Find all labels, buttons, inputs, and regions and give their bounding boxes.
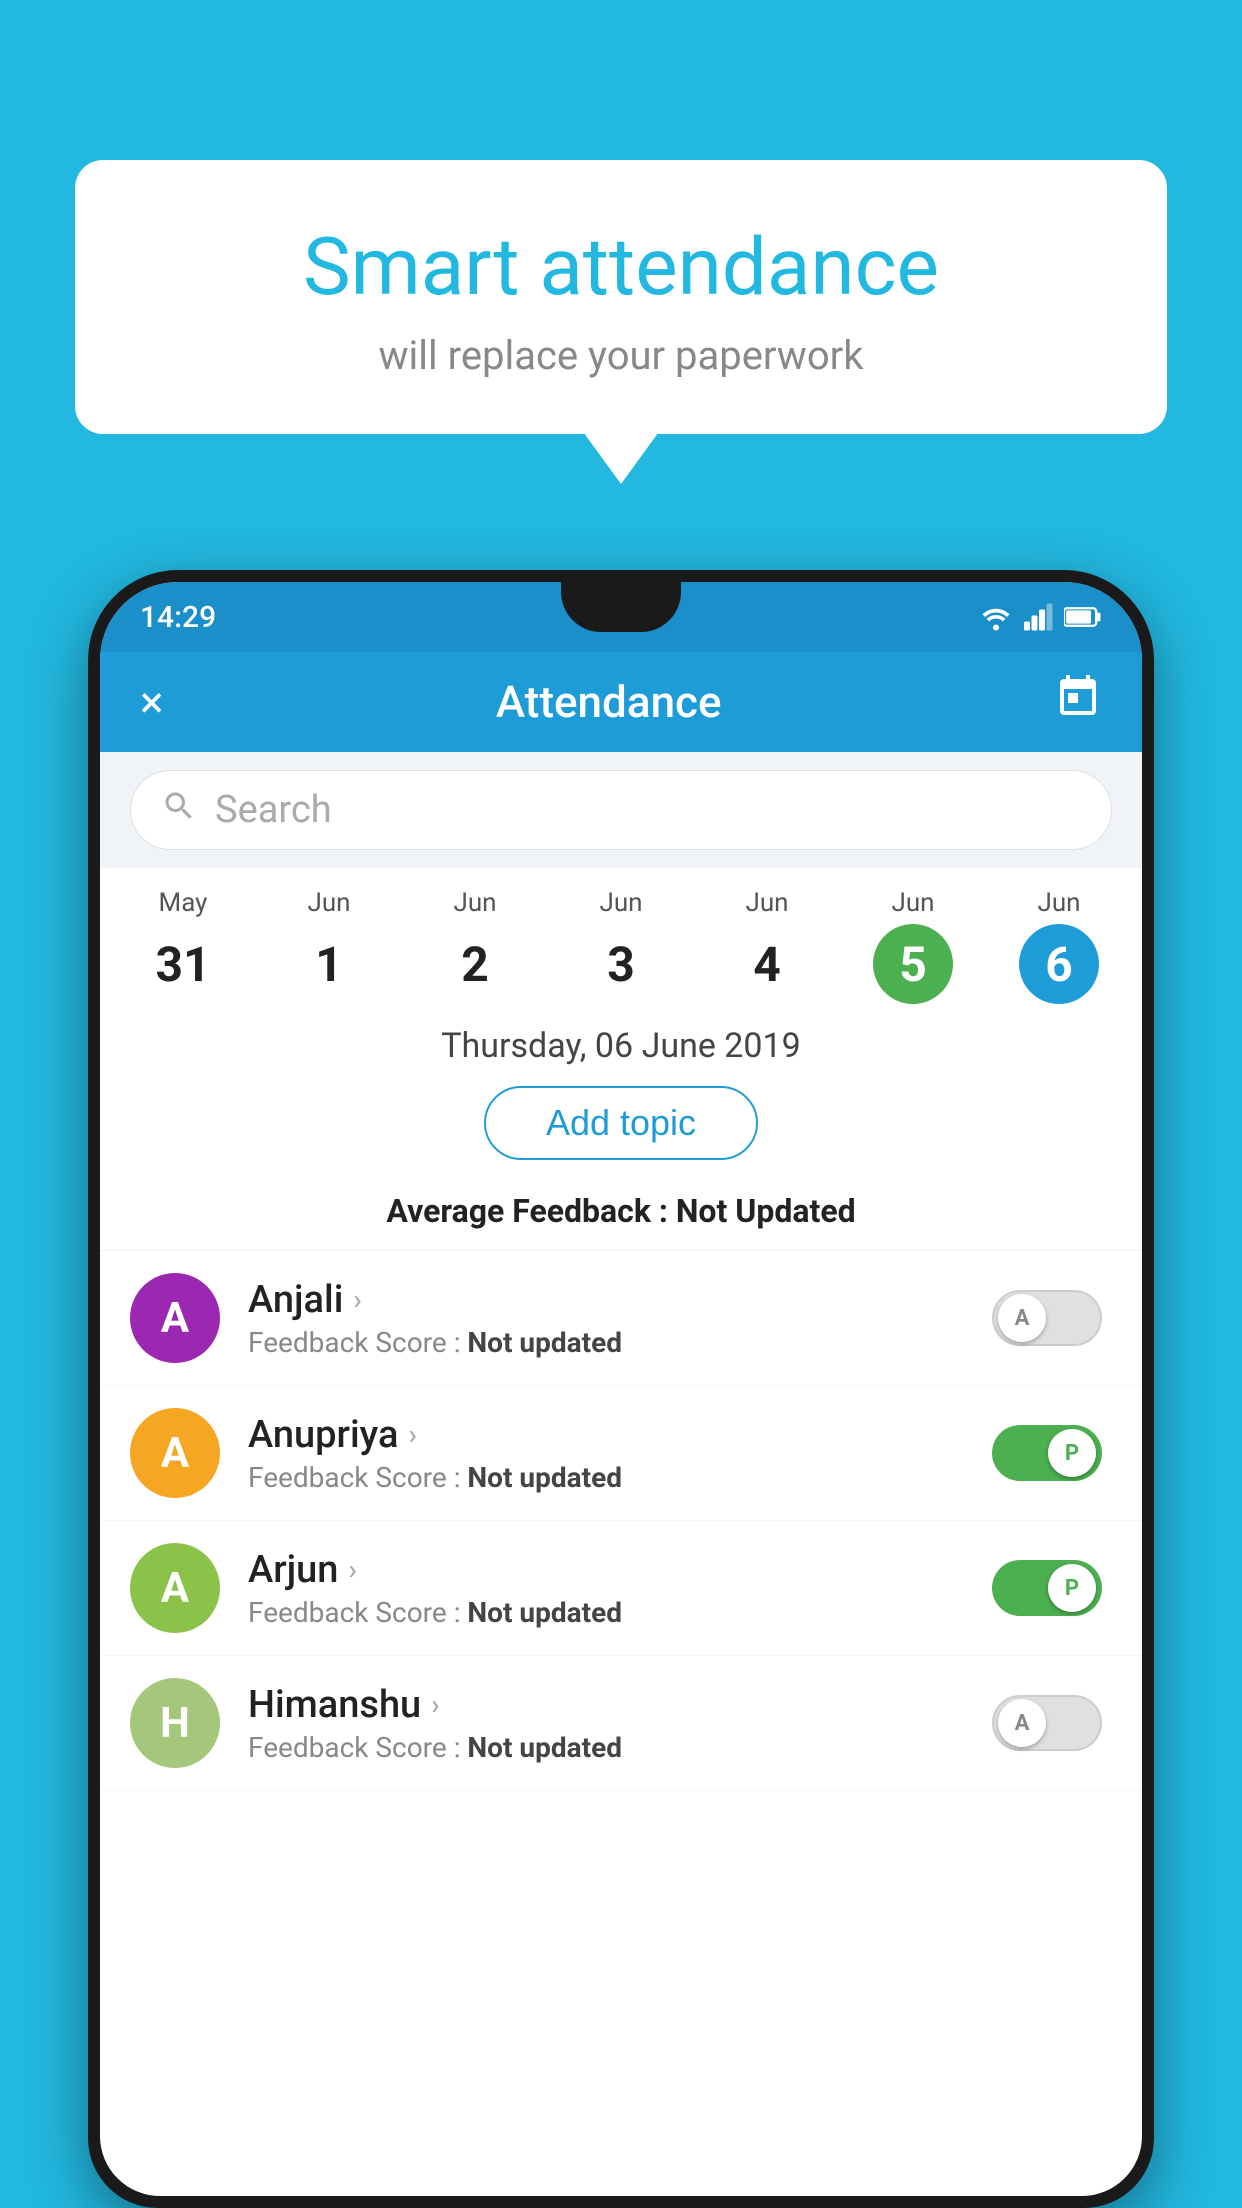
avg-feedback-prefix: Average Feedback : (386, 1192, 675, 1230)
calendar-day[interactable]: Jun 4 (694, 888, 840, 1004)
date-label: Thursday, 06 June 2019 (100, 1004, 1142, 1076)
student-item[interactable]: A Anupriya › Feedback Score : Not update… (100, 1386, 1142, 1521)
add-topic-container: Add topic (100, 1076, 1142, 1182)
toggle-knob: A (998, 1699, 1046, 1747)
chevron-icon: › (348, 1553, 356, 1586)
calendar-row: May 31 Jun 1 Jun 2 Jun 3 Jun 4 Jun 5 Jun… (100, 868, 1142, 1004)
status-bar: 14:29 (100, 582, 1142, 652)
wifi-icon (978, 603, 1014, 631)
toggle-knob: P (1048, 1429, 1096, 1477)
student-avatar: H (130, 1678, 220, 1768)
calendar-day[interactable]: Jun 1 (256, 888, 402, 1004)
student-info: Himanshu › Feedback Score : Not updated (248, 1683, 992, 1764)
student-name: Anupriya › (248, 1413, 992, 1457)
student-list: A Anjali › Feedback Score : Not updated … (100, 1251, 1142, 1791)
student-item[interactable]: A Anjali › Feedback Score : Not updated … (100, 1251, 1142, 1386)
search-icon (161, 788, 197, 833)
cal-date: 6 (1019, 924, 1099, 1004)
battery-icon (1064, 606, 1102, 628)
search-placeholder: Search (215, 788, 332, 832)
cal-date: 5 (873, 924, 953, 1004)
search-bar[interactable]: Search (130, 770, 1112, 850)
calendar-day[interactable]: May 31 (110, 888, 256, 1004)
cal-month: Jun (694, 888, 840, 918)
student-avatar: A (130, 1543, 220, 1633)
calendar-day[interactable]: Jun 6 (986, 888, 1132, 1004)
signal-icon (1024, 603, 1054, 631)
attendance-toggle[interactable]: P (992, 1425, 1102, 1481)
student-avatar: A (130, 1273, 220, 1363)
chevron-icon: › (408, 1418, 416, 1451)
phone-frame: 14:29 (88, 570, 1154, 2208)
calendar-day[interactable]: Jun 3 (548, 888, 694, 1004)
feedback-score: Feedback Score : Not updated (248, 1326, 992, 1359)
phone-inner: 14:29 (100, 582, 1142, 2196)
chevron-icon: › (431, 1688, 439, 1721)
cal-date: 3 (581, 924, 661, 1004)
toggle-knob: A (998, 1294, 1046, 1342)
cal-month: Jun (986, 888, 1132, 918)
calendar-day[interactable]: Jun 5 (840, 888, 986, 1004)
calendar-button[interactable] (1054, 673, 1102, 731)
cal-month: Jun (548, 888, 694, 918)
student-name: Himanshu › (248, 1683, 992, 1727)
app-bar-title: Attendance (496, 676, 722, 728)
cal-month: Jun (840, 888, 986, 918)
bubble-title: Smart attendance (125, 220, 1117, 314)
attendance-toggle[interactable]: P (992, 1560, 1102, 1616)
student-avatar: A (130, 1408, 220, 1498)
feedback-score: Feedback Score : Not updated (248, 1596, 992, 1629)
student-info: Anjali › Feedback Score : Not updated (248, 1278, 992, 1359)
search-bar-container: Search (100, 752, 1142, 868)
cal-month: May (110, 888, 256, 918)
feedback-score: Feedback Score : Not updated (248, 1461, 992, 1494)
cal-date: 1 (289, 924, 369, 1004)
cal-date: 2 (435, 924, 515, 1004)
chevron-icon: › (353, 1283, 361, 1316)
attendance-toggle[interactable]: A (992, 1290, 1102, 1346)
toggle-knob: P (1048, 1564, 1096, 1612)
feedback-score: Feedback Score : Not updated (248, 1731, 992, 1764)
avg-feedback-value: Not Updated (676, 1192, 856, 1230)
speech-bubble: Smart attendance will replace your paper… (75, 160, 1167, 434)
student-info: Anupriya › Feedback Score : Not updated (248, 1413, 992, 1494)
student-item[interactable]: A Arjun › Feedback Score : Not updated P (100, 1521, 1142, 1656)
student-name: Anjali › (248, 1278, 992, 1322)
cal-month: Jun (402, 888, 548, 918)
status-icons (978, 603, 1102, 631)
student-item[interactable]: H Himanshu › Feedback Score : Not update… (100, 1656, 1142, 1791)
cal-date: 4 (727, 924, 807, 1004)
app-bar: × Attendance (100, 652, 1142, 752)
cal-date: 31 (143, 924, 223, 1004)
attendance-toggle[interactable]: A (992, 1695, 1102, 1751)
student-info: Arjun › Feedback Score : Not updated (248, 1548, 992, 1629)
status-time: 14:29 (140, 600, 216, 635)
cal-month: Jun (256, 888, 402, 918)
close-button[interactable]: × (140, 676, 163, 728)
avg-feedback: Average Feedback : Not Updated (100, 1182, 1142, 1251)
calendar-day[interactable]: Jun 2 (402, 888, 548, 1004)
notch (561, 582, 681, 632)
student-name: Arjun › (248, 1548, 992, 1592)
bubble-subtitle: will replace your paperwork (125, 332, 1117, 379)
add-topic-button[interactable]: Add topic (484, 1086, 758, 1160)
